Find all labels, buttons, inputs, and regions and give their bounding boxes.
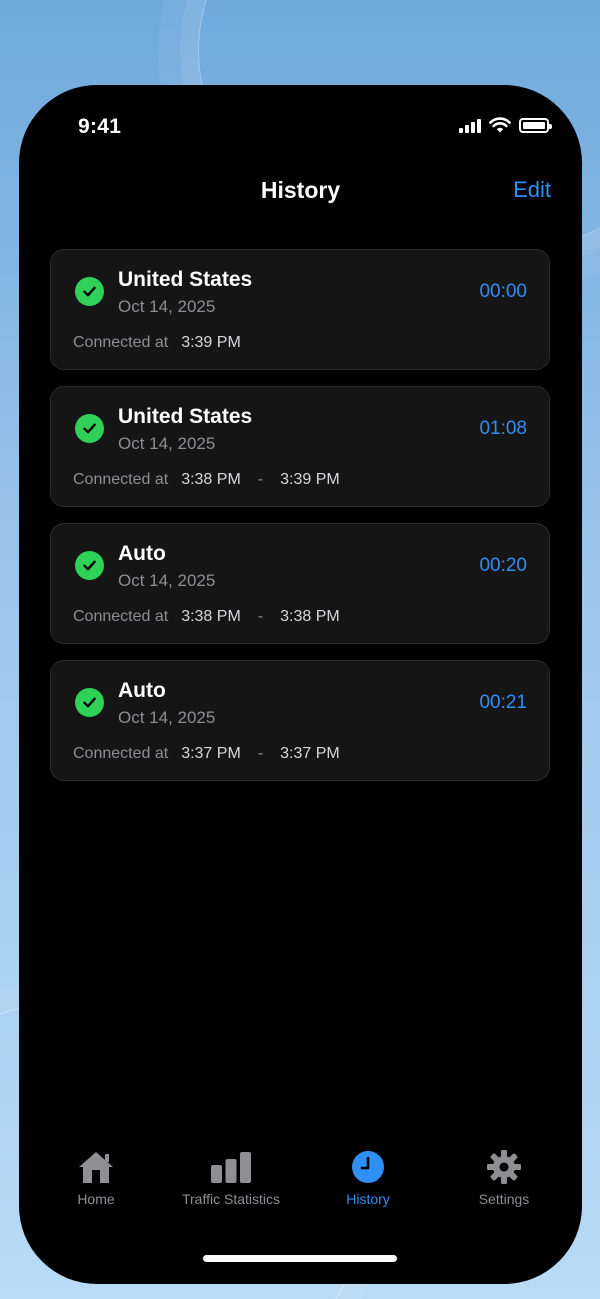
connect-start-time: 3:39 PM: [181, 334, 241, 351]
gear-icon: [487, 1150, 521, 1184]
tab-traffic-statistics[interactable]: Traffic Statistics: [166, 1149, 296, 1207]
connection-info: Connected at 3:37 PM - 3:37 PM: [73, 745, 340, 763]
tab-label: Traffic Statistics: [181, 1191, 281, 1207]
history-duration: 00:00: [479, 281, 527, 302]
checkmark-icon: [75, 414, 104, 443]
clock-icon: [352, 1151, 384, 1183]
connect-end-time: 3:38 PM: [280, 608, 340, 625]
tab-history[interactable]: History: [329, 1149, 407, 1207]
history-title: United States: [118, 268, 253, 291]
edit-button[interactable]: Edit: [513, 177, 551, 203]
history-item[interactable]: Auto Oct 14, 2025 00:21 Connected at 3:3…: [50, 660, 550, 781]
status-icons: [459, 117, 552, 133]
connection-info: Connected at 3:38 PM - 3:38 PM: [73, 608, 340, 626]
cellular-signal-icon: [459, 118, 481, 133]
tab-home[interactable]: Home: [56, 1149, 136, 1207]
connect-end-time: 3:39 PM: [280, 471, 340, 488]
tab-bar: Home Traffic Statistics History Settings: [19, 1149, 582, 1284]
history-item[interactable]: United States Oct 14, 2025 01:08 Connect…: [50, 386, 550, 507]
tab-label: History: [346, 1191, 390, 1207]
battery-icon: [519, 117, 552, 133]
connected-label: Connected at: [73, 471, 169, 488]
bar-chart-icon: [211, 1152, 251, 1183]
history-duration: 01:08: [479, 418, 527, 439]
history-duration: 00:20: [479, 555, 527, 576]
history-title: United States: [118, 405, 253, 428]
home-indicator: [203, 1255, 397, 1262]
connection-info: Connected at 3:39 PM: [73, 334, 241, 352]
time-separator: -: [257, 745, 264, 762]
checkmark-icon: [75, 688, 104, 717]
connect-end-time: 3:37 PM: [280, 745, 340, 762]
history-duration: 00:21: [479, 692, 527, 713]
home-icon: [79, 1152, 113, 1183]
connected-label: Connected at: [73, 334, 169, 351]
connect-start-time: 3:38 PM: [181, 471, 241, 488]
history-item[interactable]: United States Oct 14, 2025 00:00 Connect…: [50, 249, 550, 370]
connection-info: Connected at 3:38 PM - 3:39 PM: [73, 471, 340, 489]
history-date: Oct 14, 2025: [118, 434, 216, 453]
history-item[interactable]: Auto Oct 14, 2025 00:20 Connected at 3:3…: [50, 523, 550, 644]
connect-start-time: 3:37 PM: [181, 745, 241, 762]
time-separator: -: [257, 471, 264, 488]
page-title: History: [260, 177, 341, 203]
history-list: United States Oct 14, 2025 00:00 Connect…: [50, 249, 550, 797]
tab-label: Home: [77, 1191, 115, 1207]
history-title: Auto: [118, 679, 166, 702]
status-time: 9:41: [78, 115, 122, 138]
connect-start-time: 3:38 PM: [181, 608, 241, 625]
tab-settings[interactable]: Settings: [464, 1149, 544, 1207]
tab-label: Settings: [478, 1191, 530, 1207]
history-date: Oct 14, 2025: [118, 571, 216, 590]
history-title: Auto: [118, 542, 166, 565]
connected-label: Connected at: [73, 608, 169, 625]
phone-screen: 9:41 History Edit United States Oct 14, …: [19, 85, 582, 1284]
connected-label: Connected at: [73, 745, 169, 762]
history-date: Oct 14, 2025: [118, 708, 216, 727]
status-bar: 9:41: [19, 85, 582, 165]
history-date: Oct 14, 2025: [118, 297, 216, 316]
wifi-icon: [489, 117, 511, 133]
checkmark-icon: [75, 277, 104, 306]
checkmark-icon: [75, 551, 104, 580]
time-separator: -: [257, 608, 264, 625]
